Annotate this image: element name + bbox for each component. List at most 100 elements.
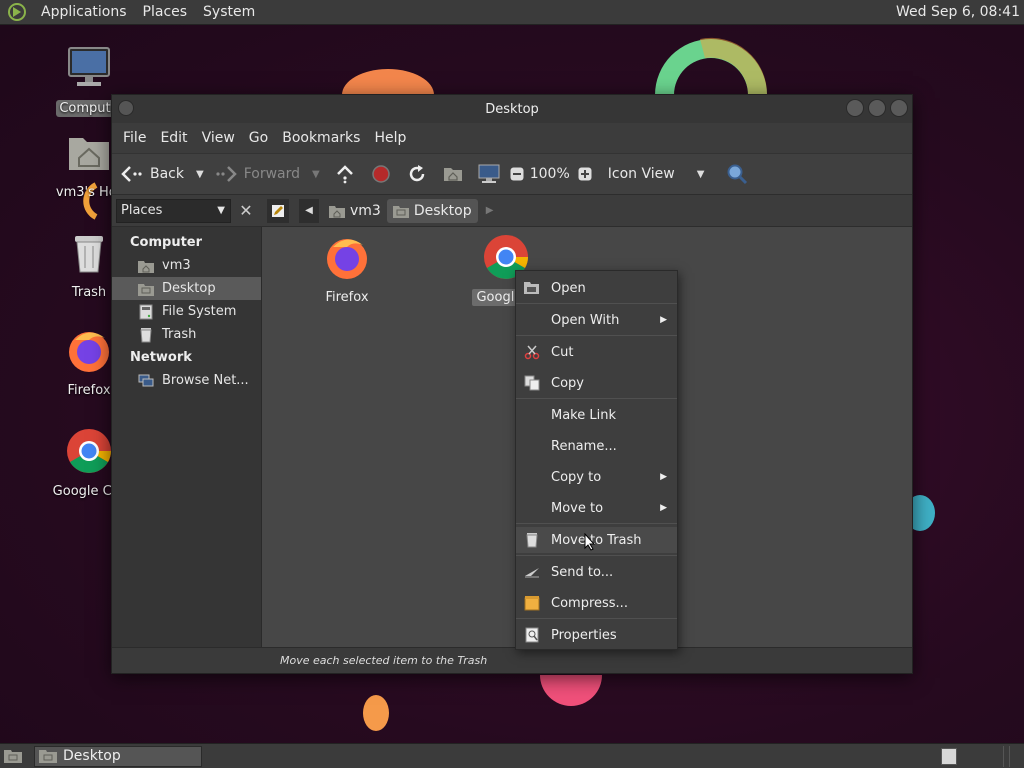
desktop-folder-icon	[392, 205, 409, 218]
forward-history-dropdown[interactable]: ▼	[312, 169, 320, 180]
menu-item-open-with[interactable]: Open With ▶	[516, 307, 677, 333]
menu-item-send-to[interactable]: Send to...	[516, 559, 677, 585]
menu-item-label: Properties	[551, 627, 617, 643]
archive-icon	[524, 596, 539, 611]
close-sidebar-icon[interactable]: ✕	[235, 200, 257, 222]
computer-icon	[68, 47, 110, 86]
top-panel: Applications Places System Wed Sep 6, 08…	[0, 0, 1024, 25]
maximize-button[interactable]	[868, 99, 886, 117]
window-menu-button[interactable]	[118, 100, 134, 116]
breadcrumb-left-button[interactable]: ◀	[299, 198, 319, 223]
distro-logo-icon[interactable]	[7, 2, 27, 22]
scissors-icon	[524, 345, 539, 360]
submenu-arrow-icon: ▶	[660, 503, 667, 513]
forward-arrow-icon	[216, 166, 237, 182]
menu-bookmarks[interactable]: Bookmarks	[275, 130, 367, 146]
crumb-label: Desktop	[413, 202, 472, 219]
menu-edit[interactable]: Edit	[153, 130, 194, 146]
clock[interactable]: Wed Sep 6, 08:41	[896, 4, 1024, 20]
home-folder-icon	[443, 168, 462, 181]
menu-item-rename[interactable]: Rename...	[516, 433, 677, 459]
window-titlebar[interactable]: Desktop	[112, 95, 912, 123]
home-folder-icon	[329, 205, 345, 218]
view-mode-select[interactable]: Icon View ▼	[608, 166, 705, 182]
menu-item-compress[interactable]: Compress...	[516, 590, 677, 616]
stop-button[interactable]	[366, 159, 396, 189]
menu-help[interactable]: Help	[367, 130, 413, 146]
menu-system[interactable]: System	[195, 4, 263, 20]
network-icon	[138, 374, 154, 386]
menu-item-label: Open With	[551, 312, 620, 328]
home-button[interactable]	[438, 159, 468, 189]
chevron-down-icon: ▼	[217, 205, 225, 216]
menu-places[interactable]: Places	[135, 4, 196, 20]
zoom-out-icon[interactable]	[510, 167, 524, 181]
open-icon	[523, 282, 539, 294]
minimize-button[interactable]	[846, 99, 864, 117]
view-mode-value: Icon View	[607, 166, 675, 182]
taskbar-window-desktop[interactable]: Desktop	[34, 745, 202, 767]
sidebar-item-label: Desktop	[162, 281, 216, 296]
sidebar-item-label: Browse Net...	[162, 373, 249, 388]
menu-item-properties[interactable]: Properties	[516, 622, 677, 648]
menu-item-copy[interactable]: Copy	[516, 370, 677, 396]
forward-button[interactable]: Forward ▼	[214, 164, 320, 184]
breadcrumb-right-button[interactable]: ▶	[480, 199, 500, 223]
show-desktop-button[interactable]	[2, 746, 24, 767]
reload-icon	[409, 165, 424, 182]
menu-applications[interactable]: Applications	[33, 4, 135, 20]
zoom-in-icon[interactable]	[578, 167, 592, 181]
sidebar-item-browse-network[interactable]: Browse Net...	[112, 369, 261, 392]
chrome-icon	[67, 429, 111, 473]
back-button[interactable]: Back ▼	[120, 164, 204, 184]
desktop-folder-icon	[4, 750, 22, 763]
menu-item-move-to-trash[interactable]: Move to Trash	[516, 527, 677, 553]
desktop-folder-icon	[39, 750, 57, 763]
menu-item-label: Move to Trash	[551, 532, 642, 548]
sidebar-heading-computer: Computer	[130, 235, 203, 250]
submenu-arrow-icon: ▶	[660, 472, 667, 482]
menu-item-label: Compress...	[551, 595, 628, 611]
crumb-desktop[interactable]: Desktop	[386, 198, 478, 223]
up-button[interactable]	[330, 159, 360, 189]
toggle-location-entry-button[interactable]	[267, 198, 289, 223]
menu-file[interactable]: File	[116, 130, 153, 146]
menu-view[interactable]: View	[195, 130, 242, 146]
sidebar-type-select[interactable]: Places ▼	[116, 198, 231, 223]
zoom-level: 100%	[529, 166, 570, 182]
sidebar-item-file-system[interactable]: File System	[112, 300, 261, 323]
computer-icon	[478, 164, 500, 183]
close-button[interactable]	[890, 99, 908, 117]
reload-button[interactable]	[402, 159, 432, 189]
crumb-label: vm3	[350, 202, 381, 219]
crumb-vm3[interactable]: vm3	[323, 199, 387, 223]
sidebar-item-desktop[interactable]: Desktop	[112, 277, 261, 300]
copy-icon	[524, 375, 539, 391]
window-body: Computer vm3 Desktop File System Trash N…	[112, 227, 912, 648]
menu-item-label: Open	[551, 280, 586, 296]
back-history-dropdown[interactable]: ▼	[196, 169, 204, 180]
properties-icon	[525, 627, 538, 643]
menu-item-copy-to[interactable]: Copy to ▶	[516, 464, 677, 490]
home-folder-icon	[69, 138, 109, 170]
sidebar-item-vm3[interactable]: vm3	[112, 254, 261, 277]
workspace-switcher[interactable]	[941, 748, 957, 765]
computer-button[interactable]	[474, 159, 504, 189]
back-arrow-icon	[121, 166, 142, 182]
menu-go[interactable]: Go	[242, 130, 275, 146]
trash-icon	[75, 236, 103, 273]
desktop-icon-label: Firefox	[67, 383, 111, 398]
file-icon-firefox[interactable]: Firefox	[297, 233, 397, 306]
menu-item-open[interactable]: Open	[516, 275, 677, 301]
menu-item-make-link[interactable]: Make Link	[516, 402, 677, 428]
menu-item-move-to[interactable]: Move to ▶	[516, 495, 677, 521]
sidebar-type-value: Places	[121, 203, 163, 218]
firefox-icon	[69, 332, 109, 372]
search-button[interactable]	[722, 159, 752, 189]
location-bar: Places ▼ ✕ ◀ vm3 Desktop ▶	[112, 195, 912, 227]
sidebar-item-trash[interactable]: Trash	[112, 323, 261, 346]
window-controls	[846, 99, 908, 117]
menu-item-cut[interactable]: Cut	[516, 339, 677, 365]
submenu-arrow-icon: ▶	[660, 315, 667, 325]
chevron-down-icon: ▼	[696, 168, 705, 180]
